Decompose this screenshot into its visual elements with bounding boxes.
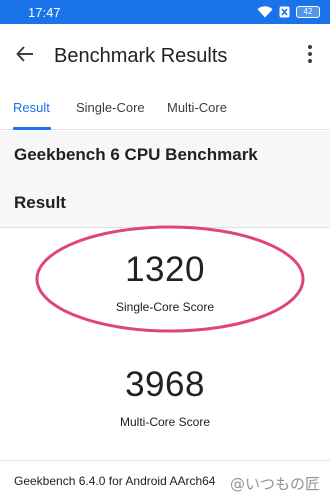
tab-indicator <box>13 127 51 130</box>
more-options-button[interactable] <box>296 40 324 72</box>
status-icons: 42 <box>257 6 320 18</box>
multi-core-label: Multi-Core Score <box>119 415 211 429</box>
more-vert-icon <box>307 44 313 69</box>
nfc-icon <box>279 6 290 18</box>
status-bar: 17:47 42 <box>0 0 330 24</box>
single-core-label: Single-Core Score <box>115 300 215 314</box>
result-header: Geekbench 6 CPU Benchmark Result <box>0 131 330 228</box>
status-time: 17:47 <box>28 4 61 20</box>
benchmark-title: Geekbench 6 CPU Benchmark <box>14 145 258 164</box>
section-title: Result <box>14 193 66 212</box>
tab-single-core[interactable]: Single-Core <box>76 88 145 130</box>
single-core-score-block: 1320 Single-Core Score <box>0 250 330 314</box>
tab-result[interactable]: Result <box>13 88 50 130</box>
page-title: Benchmark Results <box>54 44 228 67</box>
watermark: @いつもの匠 <box>229 475 320 493</box>
multi-core-score: 3968 <box>125 365 205 404</box>
tab-bar: Result Single-Core Multi-Core <box>0 88 330 130</box>
multi-core-score-block: 3968 Multi-Core Score <box>0 365 330 429</box>
arrow-back-icon <box>15 44 35 69</box>
wifi-icon <box>257 6 273 18</box>
battery-icon: 42 <box>296 6 320 18</box>
battery-level: 42 <box>303 7 313 16</box>
footer: Geekbench 6.4.0 for Android AArch64 @いつも… <box>0 460 330 500</box>
app-toolbar: Benchmark Results <box>0 24 330 88</box>
back-button[interactable] <box>0 24 50 88</box>
version-info: Geekbench 6.4.0 for Android AArch64 <box>14 474 216 488</box>
single-core-score: 1320 <box>125 250 205 289</box>
tab-multi-core[interactable]: Multi-Core <box>167 88 227 130</box>
